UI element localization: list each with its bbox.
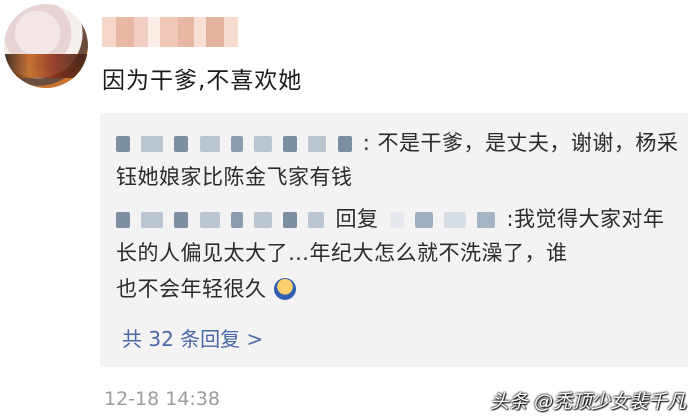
- blurred-username-part: [477, 212, 496, 228]
- person-shrug-emoji-icon: [273, 278, 296, 300]
- blurred-username-part: [141, 212, 164, 228]
- avatar[interactable]: [4, 4, 88, 88]
- blurred-username-part: [414, 212, 433, 228]
- avatar-band: [4, 54, 88, 78]
- username-blurred[interactable]: [102, 17, 238, 47]
- blurred-username-part: [283, 212, 298, 228]
- blurred-username-part: [199, 212, 220, 228]
- reply-2-line-3: 也不会年轻很久: [116, 273, 296, 303]
- blurred-username-part: [308, 136, 327, 152]
- blurred-username-part: [283, 136, 298, 152]
- blurred-username-part: [116, 136, 130, 152]
- blurred-username-part: [444, 212, 467, 228]
- blurred-username-part: [174, 136, 189, 152]
- reply-box[interactable]: : 不是干爹，是丈夫，谢谢，杨采 钰她娘家比陈金飞家有钱 回复 :我觉得大家对年…: [100, 113, 688, 367]
- reply-2-line-3-text: 也不会年轻很久: [116, 277, 267, 301]
- blurred-username-part: [141, 136, 164, 152]
- reply-2-line-2: 长的人偏见太大了…年纪大怎么就不洗澡了，谁: [116, 241, 568, 265]
- blurred-username-part: [389, 212, 404, 228]
- post-timestamp: 12-18 14:38: [104, 388, 221, 410]
- blurred-username-part: [174, 212, 189, 228]
- post-text: 因为干爹,不喜欢她: [102, 68, 303, 94]
- blurred-username-part: [253, 212, 272, 228]
- reply-1-line-1: : 不是干爹，是丈夫，谢谢，杨采: [116, 127, 678, 157]
- blurred-username-part: [230, 212, 243, 228]
- reply-2-reply-word: 回复: [335, 207, 379, 231]
- reply-count-link[interactable]: 共 32 条回复 >: [122, 323, 263, 352]
- blurred-username-part: [337, 136, 352, 152]
- blurred-username-part: [253, 136, 272, 152]
- reply-1-text: : 不是干爹，是丈夫，谢谢，杨采: [362, 131, 679, 155]
- reply-2-text-start: :我觉得大家对年: [506, 207, 665, 231]
- reply-1-line-2: 钰她娘家比陈金飞家有钱: [116, 165, 353, 189]
- blurred-username-part: [116, 212, 130, 228]
- reply-2-line-1: 回复 :我觉得大家对年: [116, 203, 665, 233]
- blurred-username-part: [308, 212, 325, 228]
- watermark: 头条 @秃顶少女裴千凡: [489, 391, 686, 413]
- blurred-username-part: [230, 136, 243, 152]
- blurred-username-part: [199, 136, 220, 152]
